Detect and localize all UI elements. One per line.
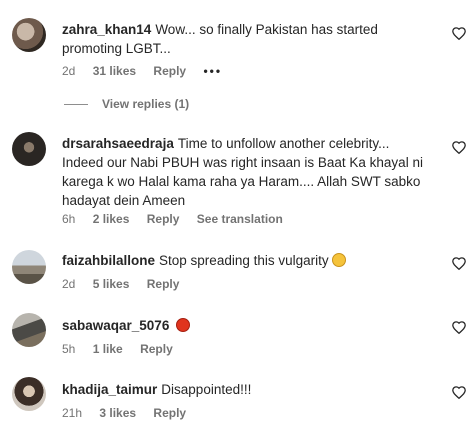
- comment-username[interactable]: sabawaqar_5076: [62, 318, 169, 333]
- view-replies[interactable]: View replies (1): [64, 97, 189, 111]
- reply-button[interactable]: Reply: [140, 342, 173, 356]
- comment-text-block: drsarahsaeedraja Time to unfollow another…: [62, 134, 430, 210]
- more-options-icon[interactable]: •••: [203, 64, 222, 78]
- comment-time: 6h: [62, 212, 76, 226]
- like-heart-icon[interactable]: [452, 386, 466, 400]
- comment-text-block: sabawaqar_5076: [62, 316, 430, 335]
- comment-username[interactable]: drsarahsaeedraja: [62, 136, 174, 151]
- comment-text-block: khadija_taimur Disappointed!!!: [62, 380, 430, 399]
- comment-time: 21h: [62, 406, 83, 420]
- reply-button[interactable]: Reply: [147, 212, 180, 226]
- comment-meta: 2d 5 likes Reply: [62, 277, 193, 291]
- like-heart-icon[interactable]: [452, 257, 466, 271]
- reply-button[interactable]: Reply: [147, 277, 180, 291]
- reply-button[interactable]: Reply: [153, 64, 186, 78]
- comment-username[interactable]: faizahbilallone: [62, 253, 155, 268]
- avatar[interactable]: [12, 250, 46, 284]
- comment-meta: 21h 3 likes Reply: [62, 406, 200, 420]
- view-replies-label[interactable]: View replies (1): [102, 97, 189, 111]
- reply-button[interactable]: Reply: [153, 406, 186, 420]
- avatar[interactable]: [12, 132, 46, 166]
- like-heart-icon[interactable]: [452, 27, 466, 41]
- like-heart-icon[interactable]: [452, 141, 466, 155]
- comment-time: 5h: [62, 342, 76, 356]
- like-heart-icon[interactable]: [452, 321, 466, 335]
- comment-likes[interactable]: 31 likes: [93, 64, 136, 78]
- see-translation-button[interactable]: See translation: [197, 212, 283, 226]
- avatar[interactable]: [12, 18, 46, 52]
- avatar[interactable]: [12, 313, 46, 347]
- replies-divider: [64, 104, 88, 106]
- comment-time: 2d: [62, 277, 76, 291]
- comment-meta: 5h 1 like Reply: [62, 342, 187, 356]
- comment-text-block: zahra_khan14 Wow... so finally Pakistan h…: [62, 20, 430, 58]
- comment-time: 2d: [62, 64, 76, 78]
- comment-likes[interactable]: 3 likes: [99, 406, 136, 420]
- comment-body: Stop spreading this vulgarity: [159, 253, 329, 268]
- comment-text-block: faizahbilallone Stop spreading this vulga…: [62, 251, 430, 270]
- comment-likes[interactable]: 1 like: [93, 342, 123, 356]
- comment-username[interactable]: khadija_taimur: [62, 382, 157, 397]
- comment-likes[interactable]: 5 likes: [93, 277, 130, 291]
- comment-meta: 2d 31 likes Reply •••: [62, 64, 236, 78]
- comment-meta: 6h 2 likes Reply See translation: [62, 212, 297, 226]
- screaming-face-emoji-icon: [331, 253, 346, 267]
- angry-face-emoji-icon: [176, 318, 191, 332]
- avatar[interactable]: [12, 377, 46, 411]
- comment-likes[interactable]: 2 likes: [93, 212, 130, 226]
- comment-username[interactable]: zahra_khan14: [62, 22, 151, 37]
- comment-body: Disappointed!!!: [161, 382, 252, 397]
